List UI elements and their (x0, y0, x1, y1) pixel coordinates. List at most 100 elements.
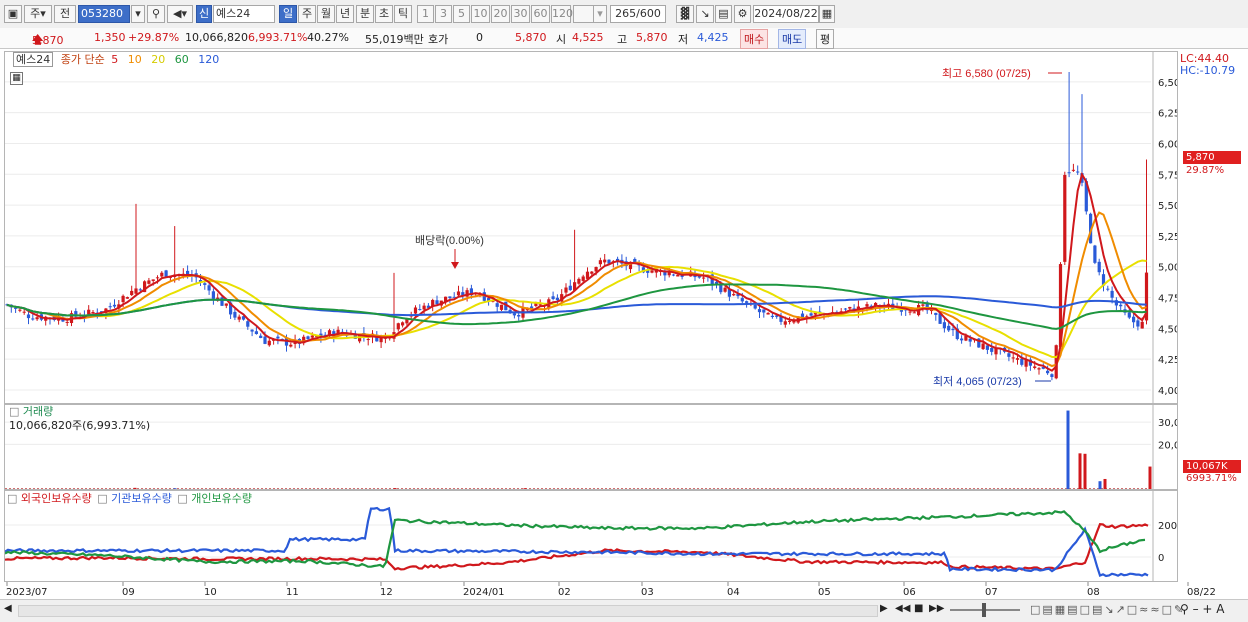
chevron-down-icon[interactable]: ▾ (593, 5, 607, 23)
num-10-button[interactable]: 10 (471, 5, 490, 23)
candle-body (723, 287, 727, 292)
candle-body (766, 312, 770, 315)
candle-body (551, 296, 555, 300)
num-120-button[interactable]: 120 (551, 5, 573, 23)
zoom-slider-thumb[interactable] (982, 603, 986, 617)
candle-body (512, 313, 516, 316)
volume-last-pct: 6993.71% (1186, 473, 1237, 484)
num-5-button[interactable]: 5 (453, 5, 470, 23)
candle-body (108, 306, 112, 308)
date-field[interactable]: 2024/08/22 (753, 5, 819, 23)
candle-body (254, 331, 258, 335)
count-field[interactable]: 265/600 (610, 5, 666, 23)
period-min-button[interactable]: 분 (356, 5, 374, 23)
candle-body (577, 278, 581, 284)
speaker-icon[interactable]: ◀▾ (167, 5, 193, 23)
line-tool-icon[interactable]: ↘ (696, 5, 714, 23)
chevron-down-icon[interactable]: ▾ (131, 5, 145, 23)
num-30-button[interactable]: 30 (511, 5, 530, 23)
chart-type-icon[interactable]: ▓ (676, 5, 694, 23)
prev-button[interactable]: 전 (54, 5, 76, 23)
candle-body (435, 300, 439, 305)
rewind-button[interactable]: ◀◀ (895, 603, 910, 614)
candle-body (1136, 320, 1140, 327)
price-chart[interactable]: 6,500 6,250 6,000 5,750 5,500 5,250 5,000 4,750… (5, 52, 1177, 403)
candle-body (990, 347, 994, 352)
period-sec-button[interactable]: 초 (375, 5, 393, 23)
scroll-left-button[interactable]: ◀ (4, 603, 16, 617)
candle-body (121, 295, 125, 303)
current-price: 5,870 🡅 (32, 33, 64, 47)
candle-body (788, 320, 792, 322)
candle-body (160, 272, 164, 277)
period-tick-button[interactable]: 틱 (394, 5, 412, 23)
volume-value: 10,066,820주(6,993.71%) (9, 419, 151, 432)
scrollbar-track[interactable] (18, 605, 878, 617)
candle-body (805, 316, 809, 318)
candle-body (555, 297, 559, 301)
search-icon[interactable]: ⚲ (147, 5, 165, 23)
candle-body (65, 321, 69, 323)
candle-body (951, 328, 955, 331)
volume-pane: 30,000K 20,000K □ 거래량 10,066,820주(6,993.7… (4, 404, 1178, 490)
dividend-label: 배당락(0.00%) (415, 234, 484, 247)
stop-button[interactable]: ■ (914, 603, 923, 614)
candle-body (310, 335, 314, 338)
legend-ma20: 20 (151, 53, 166, 66)
y-tick-label: 6,000 (1158, 139, 1177, 150)
candle-body (960, 338, 964, 341)
candle-body (220, 297, 224, 306)
candle-body (35, 317, 39, 320)
x-tick-label: 12 (380, 587, 393, 598)
candle-body (732, 294, 736, 296)
volume-title: 거래량 (22, 405, 54, 418)
window-icon[interactable]: ▣ (4, 5, 22, 23)
candle-body (981, 343, 985, 350)
y-tick-label: 0 (1158, 553, 1164, 564)
save-icon[interactable]: ▤ (715, 5, 732, 23)
search-zoom-icon[interactable]: ⚲ – + A (1180, 602, 1225, 616)
code-input[interactable]: 053280 (78, 5, 130, 23)
candle-body (147, 280, 151, 284)
candle-body (259, 335, 263, 338)
low-price: 4,425 (697, 31, 729, 44)
bottom-bar: ◀ ▶ ◀◀ ■ ▶▶ □▤▦▤□▤↘↗□≈≈□✎ ⚲ – + A (0, 599, 1248, 622)
candle-body (1050, 374, 1054, 377)
gear-icon[interactable]: ⚙ (734, 5, 751, 23)
volume-chart[interactable]: 30,000K 20,000K (5, 405, 1177, 489)
hoga-label: 호가 (428, 33, 449, 46)
num-20-button[interactable]: 20 (491, 5, 510, 23)
scroll-right-button[interactable]: ▶ (880, 603, 892, 617)
avg-button[interactable]: 평 (816, 29, 835, 49)
sell-button[interactable]: 매도 (778, 29, 807, 49)
period-week-button[interactable]: 주 (298, 5, 316, 23)
period-year-button[interactable]: 년 (336, 5, 354, 23)
forward-button[interactable]: ▶▶ (929, 603, 944, 614)
candle-body (366, 339, 370, 341)
y-tick-label: 4,500 (1158, 324, 1177, 335)
candle-body (757, 309, 762, 313)
quote-bar: 5,870 🡅 1,350 +29.87% 10,066,820 6,993.7… (0, 28, 1248, 49)
candle-body (590, 271, 594, 274)
calendar-icon[interactable]: ▦ (819, 5, 835, 23)
period-day-button[interactable]: 일 (279, 5, 297, 23)
y-tick-label: 5,500 (1158, 201, 1177, 212)
volume-bar (1066, 410, 1070, 489)
candle-body (138, 289, 142, 291)
stock-name-field[interactable]: 예스24 (213, 5, 275, 23)
holding-line-외국인보유수량 (5, 523, 1149, 571)
draw-tools-icon[interactable]: □▤▦▤□▤↘↗□≈≈□✎ (1030, 603, 1185, 616)
grid-icon[interactable]: ▦ (10, 72, 23, 85)
shin-badge: 신 (196, 5, 212, 23)
buy-button[interactable]: 매수 (740, 29, 769, 49)
candle-body (770, 315, 774, 317)
market-select[interactable]: 주▾ (24, 5, 52, 23)
num-1-button[interactable]: 1 (417, 5, 434, 23)
num-3-button[interactable]: 3 (435, 5, 452, 23)
low-label: 저 (678, 33, 689, 46)
num-60-button[interactable]: 60 (531, 5, 550, 23)
period-month-button[interactable]: 월 (317, 5, 335, 23)
volume-bar (1148, 466, 1152, 489)
holding-legend: □ 외국인보유수량 □ 기관보유수량 □ 개인보유수량 (7, 492, 252, 506)
candle-body (848, 306, 852, 309)
